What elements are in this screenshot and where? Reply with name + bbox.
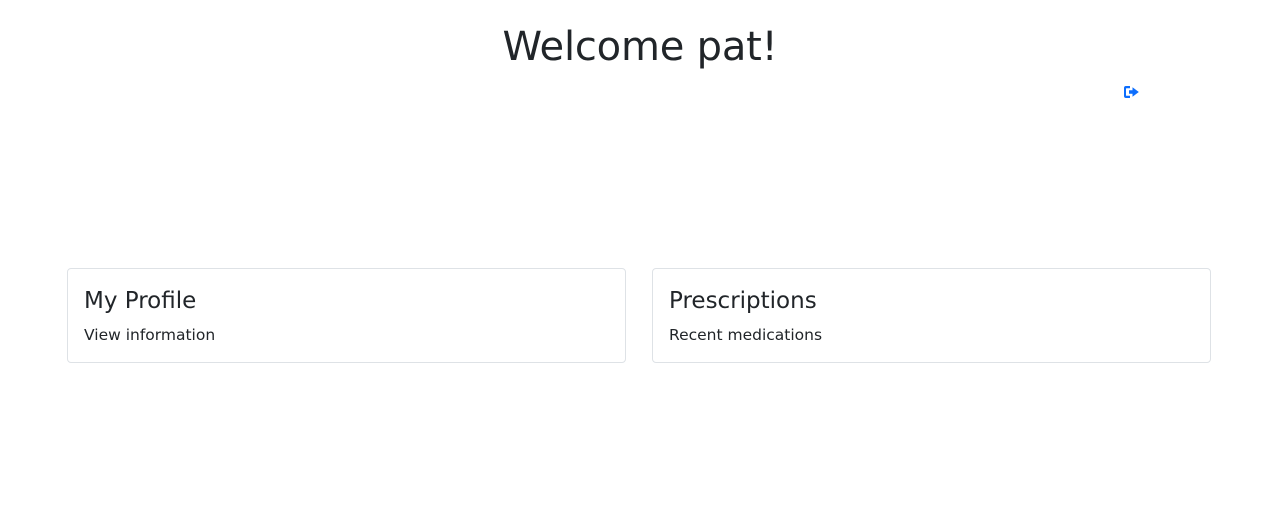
page-title: Welcome pat!	[502, 24, 778, 70]
card-text: View information	[84, 326, 216, 344]
card-title: My Profile	[84, 288, 197, 314]
logout-button[interactable]	[1120, 82, 1142, 102]
sign-out-icon	[1123, 85, 1140, 99]
card-title: Prescriptions	[669, 288, 817, 314]
my-profile-card[interactable]: My Profile View information	[67, 268, 626, 363]
card-text: Recent medications	[669, 326, 823, 344]
prescriptions-card[interactable]: Prescriptions Recent medications	[652, 268, 1211, 363]
